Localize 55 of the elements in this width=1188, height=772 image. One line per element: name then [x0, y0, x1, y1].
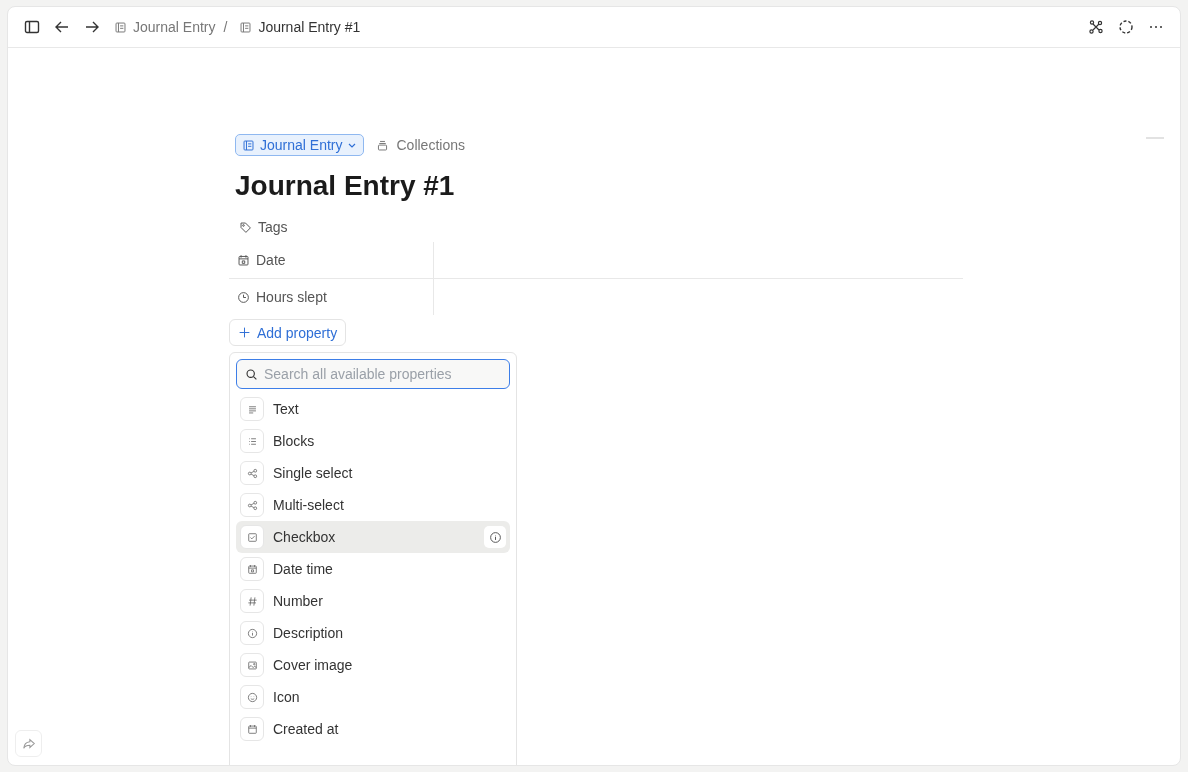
- property-name[interactable]: Hours slept: [256, 289, 327, 305]
- calendar-icon: [237, 253, 250, 267]
- select-icon: [246, 499, 258, 511]
- menu-item[interactable]: Created at: [236, 713, 510, 745]
- page-title: Journal Entry #1: [235, 170, 456, 202]
- menu-item-label: Date time: [273, 561, 333, 577]
- select-icon: [246, 467, 258, 479]
- clock-icon: [237, 290, 250, 304]
- text-icon: [246, 403, 258, 415]
- menu-item[interactable]: Description: [236, 617, 510, 649]
- info-icon: [246, 627, 258, 639]
- document-icon: [242, 138, 255, 152]
- blocks-icon: [246, 435, 258, 447]
- menu-item-label: Description: [273, 625, 344, 641]
- menu-item-label: Icon: [273, 689, 300, 705]
- menu-item[interactable]: Blocks: [236, 425, 510, 457]
- menu-item[interactable]: Number: [236, 585, 510, 617]
- document-icon: [114, 20, 127, 34]
- breadcrumb-separator: /: [223, 19, 228, 35]
- menu-item-label: Number: [273, 593, 323, 609]
- menu-item[interactable]: Date time: [236, 553, 510, 585]
- plus-icon: [238, 326, 251, 339]
- document-icon: [239, 20, 253, 34]
- image-icon: [246, 659, 258, 671]
- menu-item-label: Multi-select: [273, 497, 344, 513]
- search-icon: [245, 368, 258, 381]
- menu-item[interactable]: Multi-select: [236, 489, 510, 521]
- search-field[interactable]: Search all available properties: [236, 359, 510, 389]
- breadcrumb-link[interactable]: Journal Entry: [133, 19, 216, 35]
- menu-item[interactable]: Text: [236, 393, 510, 425]
- menu-item-label: Cover image: [273, 657, 353, 673]
- menu-item-label: Blocks: [273, 433, 315, 449]
- property-name[interactable]: Tags: [258, 219, 288, 235]
- breadcrumb-link[interactable]: Journal Entry #1: [258, 19, 361, 35]
- type-dropdown[interactable]: Journal Entry: [235, 134, 365, 156]
- stack-icon: [376, 138, 390, 152]
- add-property-button[interactable]: Add property: [229, 319, 347, 346]
- info-icon: [488, 530, 502, 544]
- number-icon: [246, 595, 258, 607]
- menu-item[interactable]: Single select: [236, 457, 510, 489]
- date-icon: [246, 563, 258, 575]
- tag-icon: [239, 220, 252, 234]
- menu-item-label: Checkbox: [273, 529, 336, 545]
- collections-button[interactable]: Collections: [376, 137, 465, 153]
- smile-icon: [246, 691, 258, 703]
- calendar-icon: [246, 723, 258, 735]
- checkbox-icon: [246, 531, 258, 543]
- menu-item[interactable]: Icon: [236, 681, 510, 713]
- menu-item[interactable]: Checkbox: [236, 521, 510, 553]
- property-name[interactable]: Date: [256, 252, 286, 268]
- menu-item-label: Text: [273, 401, 299, 417]
- menu-item[interactable]: Cover image: [236, 649, 510, 681]
- menu-item-label: Single select: [273, 465, 353, 481]
- menu-item-label: Created at: [273, 721, 339, 737]
- share-icon: [21, 736, 36, 751]
